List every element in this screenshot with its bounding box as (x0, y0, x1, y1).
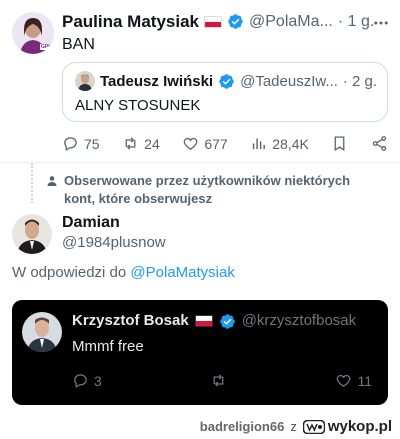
embedded-text: Mmmf free (72, 338, 144, 355)
quote-header: Tadeusz Iwiński @TadeuszIw... · 2 g. (75, 71, 377, 91)
embedded-reply-button[interactable]: 3 (72, 372, 102, 389)
quote-author-handle[interactable]: @TadeuszIw... (240, 73, 338, 90)
embedded-actions: 3 11 (72, 372, 372, 389)
embedded-verified-badge-icon (219, 312, 236, 330)
repost-icon (125, 137, 136, 150)
views-button[interactable]: 28,4K (250, 135, 309, 152)
follow-notice: Obserwowane przez użytkowników niektóryc… (46, 172, 376, 208)
reply-button[interactable]: 75 (62, 135, 100, 152)
embedded-author-name[interactable]: Krzysztof Bosak (72, 312, 189, 329)
author-name[interactable]: Paulina Matysiak (62, 12, 199, 32)
reply-author-name[interactable]: Damian (62, 214, 120, 232)
avatar-bosak[interactable] (22, 312, 62, 352)
wykop-logo-icon (302, 419, 325, 434)
repost-icon (213, 374, 224, 387)
avatar-bosak-image (22, 312, 62, 352)
like-count: 677 (204, 135, 228, 152)
quoted-tweet[interactable]: Tadeusz Iwiński @TadeuszIw... · 2 g. ALN… (62, 62, 388, 122)
more-options-icon[interactable] (372, 14, 390, 37)
embedded-reply-count: 3 (94, 372, 102, 389)
bookmark-icon (335, 136, 345, 152)
reply-context: W odpowiedzi do @PolaMatysiak (12, 264, 235, 281)
reply-author-handle[interactable]: @1984plusnow (62, 234, 166, 251)
embedded-author-handle[interactable]: @krzysztofbosak (242, 312, 356, 329)
tweet1-actions: 75 24 677 28,4K (62, 135, 388, 152)
watermark-footer: badreligion66 z wykop.pl (200, 418, 392, 435)
quote-time[interactable]: · 2 g. (343, 73, 377, 90)
repost-button[interactable]: 24 (122, 135, 160, 152)
footer-separator: z (290, 419, 297, 434)
thread-line (31, 163, 33, 203)
views-chart-icon (253, 138, 266, 150)
reply-target-link[interactable]: @PolaMatysiak (130, 264, 234, 281)
embedded-tweet[interactable]: Krzysztof Bosak @krzysztofbosak Mmmf fre… (12, 300, 388, 405)
divider (0, 162, 400, 163)
like-button[interactable]: 677 (182, 135, 228, 152)
share-icon (372, 136, 387, 151)
reply-icon (74, 374, 87, 389)
share-button[interactable] (371, 135, 388, 152)
avatar-paulina[interactable]: GPK (12, 12, 54, 54)
bookmark-button[interactable] (331, 135, 348, 152)
reply-prefix: W odpowiedzi do (12, 264, 131, 281)
tweet-time[interactable]: · 1 g. (338, 13, 374, 31)
tweet-text: BAN (62, 36, 95, 53)
embedded-repost-button[interactable] (210, 372, 227, 389)
follow-notice-text: Obserwowane przez użytkowników niektóryc… (64, 173, 351, 206)
tweet1-header: Paulina Matysiak @PolaMa... · 1 g. (62, 12, 382, 32)
verified-badge-icon (227, 13, 244, 31)
embedded-like-count: 11 (357, 372, 372, 389)
brand-name: wykop.pl (327, 418, 392, 435)
avatar-tadeusz-image (75, 71, 95, 91)
person-icon (46, 174, 58, 208)
reply-count: 75 (84, 135, 100, 152)
heart-icon (184, 137, 198, 150)
embedded-like-button[interactable]: 11 (335, 372, 372, 389)
quote-author-name[interactable]: Tadeusz Iwiński (100, 73, 213, 90)
avatar-tadeusz[interactable] (75, 71, 95, 91)
wykop-logo: wykop.pl (302, 418, 392, 435)
poland-flag-icon (194, 314, 213, 327)
avatar-damian[interactable] (12, 214, 52, 254)
author-handle[interactable]: @PolaMa... (249, 13, 333, 31)
repost-count: 24 (144, 135, 160, 152)
quote-text: ALNY STOSUNEK (75, 97, 201, 114)
embedded-header: Krzysztof Bosak @krzysztofbosak (72, 312, 356, 330)
reply-icon (64, 137, 77, 152)
views-count: 28,4K (272, 135, 309, 152)
heart-icon (337, 374, 351, 387)
quote-verified-badge-icon (218, 72, 235, 90)
uploader-name: badreligion66 (199, 419, 285, 434)
avatar-damian-image (12, 214, 52, 254)
avatar-badge: GPK (41, 44, 52, 50)
poland-flag-icon (204, 16, 223, 28)
